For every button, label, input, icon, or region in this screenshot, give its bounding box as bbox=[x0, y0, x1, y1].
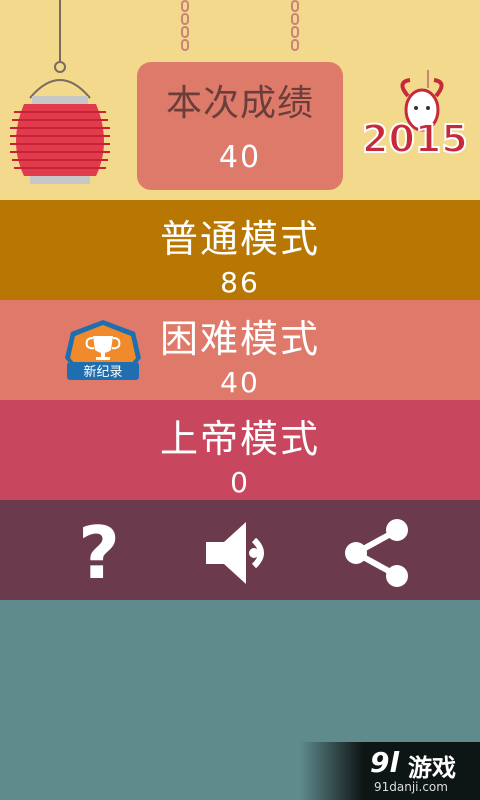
share-icon bbox=[345, 519, 408, 587]
mode-god-label: 上帝模式 bbox=[159, 417, 320, 461]
year-2015-badge: 2015 bbox=[361, 70, 469, 162]
action-toolbar: ? bbox=[0, 500, 480, 600]
bottom-area: 9l 游戏 91danji.com bbox=[0, 600, 480, 800]
svg-text:2015: 2015 bbox=[362, 117, 468, 161]
header-area: 本次成绩 40 2015 bbox=[0, 0, 480, 200]
current-score-card: 本次成绩 40 bbox=[137, 62, 343, 190]
share-button[interactable] bbox=[342, 518, 412, 588]
mode-normal-score: 86 bbox=[220, 266, 260, 299]
watermark-name: 游戏 bbox=[408, 754, 456, 782]
current-score-title: 本次成绩 bbox=[165, 83, 314, 124]
watermark-url: 91danji.com bbox=[374, 780, 448, 794]
lantern-icon bbox=[10, 0, 110, 184]
question-icon: ? bbox=[78, 511, 120, 595]
help-button[interactable]: ? bbox=[64, 511, 134, 595]
watermark-logo: 9l bbox=[370, 746, 400, 779]
new-record-badge: 新纪录 bbox=[65, 320, 141, 380]
mode-god: 上帝模式 0 bbox=[0, 400, 480, 500]
watermark: 9l 游戏 91danji.com bbox=[300, 742, 480, 800]
mode-normal-label: 普通模式 bbox=[159, 217, 320, 261]
svg-text:新纪录: 新纪录 bbox=[83, 364, 122, 380]
chain-decoration-right bbox=[290, 0, 300, 62]
sound-button[interactable] bbox=[202, 518, 272, 588]
current-score-value: 40 bbox=[218, 140, 262, 175]
mode-normal: 普通模式 86 bbox=[0, 200, 480, 300]
speaker-icon bbox=[206, 522, 264, 584]
chain-decoration-left bbox=[180, 0, 190, 62]
mode-god-score: 0 bbox=[230, 466, 250, 499]
